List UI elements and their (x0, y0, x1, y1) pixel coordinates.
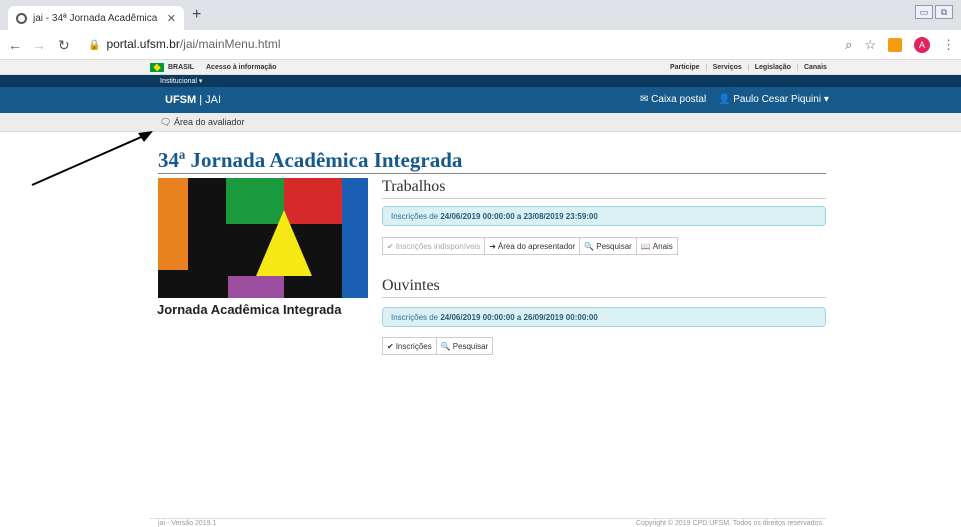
gov-bar: BRASIL Acesso à informação Participe Ser… (0, 60, 961, 75)
sign-in-icon: ➜ (489, 242, 496, 251)
institucional-bar: Institucional ▾ (0, 75, 961, 87)
book-icon: 📖 (640, 242, 651, 251)
zoom-icon[interactable]: ⌕ (845, 37, 852, 53)
gov-link-participe[interactable]: Participe (664, 64, 706, 71)
envelope-icon: ✉ (640, 94, 649, 105)
acesso-informacao-link[interactable]: Acesso à informação (206, 64, 276, 71)
inscricoes-button[interactable]: ✔ Inscrições (382, 337, 437, 355)
trabalhos-button-group: ✔ Inscrições indisponíveis ➜ Área do apres… (382, 237, 678, 255)
brand-separator: | (199, 94, 203, 106)
institucional-menu[interactable]: Institucional ▾ (160, 77, 202, 85)
page-title: 34ª Jornada Acadêmica Integrada (158, 148, 463, 172)
user-name: Paulo Cesar Piquini ▾ (733, 94, 829, 105)
button-label: Pesquisar (596, 242, 632, 251)
ouvintes-heading: Ouvintes (382, 277, 440, 294)
address-bar[interactable]: 🔒 portal.ufsm.br/jai/mainMenu.html (88, 37, 281, 51)
ouvintes-button-group: ✔ Inscrições 🔍 Pesquisar (382, 337, 494, 355)
button-label: Anais (652, 242, 673, 251)
gov-link-canais[interactable]: Canais (796, 64, 833, 71)
app-header: UFSM | JAI ✉ Caixa postal 👤 Paulo Cesar … (0, 87, 961, 113)
logo-purple-block (226, 276, 284, 298)
lock-icon: 🔒 (88, 40, 101, 51)
logo-caption: Jornada Acadêmica Integrada (157, 302, 342, 317)
button-label: Área do apresentador (497, 242, 576, 251)
logo-j-hook (158, 270, 228, 298)
comments-icon: 🗨 (160, 117, 172, 127)
minimize-icon[interactable]: ▭ (915, 5, 933, 19)
alert-prefix: Inscrições de (391, 212, 441, 221)
logo-blue-block (342, 178, 368, 298)
jai-logo (158, 178, 368, 298)
back-icon[interactable]: ← (8, 37, 22, 53)
pesquisar-trabalhos-button[interactable]: 🔍 Pesquisar (579, 237, 637, 255)
tab-title: jai - 34ª Jornada Acadêmica Inte (33, 12, 161, 24)
search-icon: 🔍 (440, 342, 451, 351)
new-tab-button[interactable]: + (192, 6, 201, 24)
gov-link-servicos[interactable]: Serviços (705, 64, 748, 71)
ouvintes-info-alert: Inscrições de 24/06/2019 00:00:00 a 26/0… (382, 307, 826, 327)
check-icon: ✔ (387, 242, 394, 251)
brand-ufsm: UFSM (165, 94, 197, 106)
gov-link-legislacao[interactable]: Legislação (747, 64, 797, 71)
button-label: Inscrições (395, 342, 432, 351)
brasil-link[interactable]: BRASIL (150, 63, 194, 72)
logo-red-block (284, 178, 342, 224)
user-icon: 👤 (718, 94, 731, 105)
alert-range: 24/06/2019 00:00:00 a 26/09/2019 00:00:0… (440, 313, 598, 322)
annotation-arrow-icon (31, 131, 153, 186)
reload-icon[interactable]: ↻ (58, 37, 70, 54)
area-avaliador-link[interactable]: 🗨 Área do avaliador (160, 117, 245, 128)
check-icon: ✔ (387, 342, 394, 351)
trabalhos-heading: Trabalhos (382, 178, 446, 195)
close-tab-icon[interactable]: ✕ (167, 12, 176, 25)
browser-actions: ⌕ ☆ A ⋮ (845, 37, 955, 53)
app-brand[interactable]: UFSM | JAI (165, 94, 221, 106)
alert-range: 24/06/2019 00:00:00 a 23/08/2019 23:59:0… (440, 212, 598, 221)
caixa-postal-label: Caixa postal (651, 94, 707, 105)
ouvintes-divider (382, 297, 826, 298)
footer-divider (150, 518, 826, 519)
logo-green-block (226, 178, 284, 224)
trabalhos-divider (382, 198, 826, 199)
browser-tabbar: jai - 34ª Jornada Acadêmica Inte ✕ + ▭ ⧉ (0, 0, 961, 30)
title-divider (158, 173, 826, 174)
area-avaliador-label: Área do avaliador (173, 117, 245, 127)
search-icon: 🔍 (584, 242, 595, 251)
pesquisar-ouvintes-button[interactable]: 🔍 Pesquisar (435, 337, 494, 355)
url-host: portal.ufsm.br (106, 37, 180, 51)
window-controls: ▭ ⧉ (915, 5, 953, 19)
forward-icon[interactable]: → (32, 37, 46, 53)
browser-tab[interactable]: jai - 34ª Jornada Acadêmica Inte ✕ (8, 6, 184, 30)
menu-icon[interactable]: ⋮ (942, 37, 955, 53)
user-menu[interactable]: 👤 Paulo Cesar Piquini ▾ (718, 94, 829, 105)
inscricoes-indisponiveis-button[interactable]: ✔ Inscrições indisponíveis (382, 237, 486, 255)
globe-icon (16, 12, 27, 24)
restore-icon[interactable]: ⧉ (935, 5, 953, 19)
gov-links: Participe Serviços Legislação Canais (664, 64, 833, 71)
star-icon[interactable]: ☆ (864, 37, 876, 53)
profile-avatar[interactable]: A (914, 37, 930, 53)
url-path: /jai/mainMenu.html (179, 37, 281, 51)
extension-icon[interactable] (888, 38, 902, 52)
area-apresentador-button[interactable]: ➜ Área do apresentador (484, 237, 581, 255)
brand-app: JAI (205, 94, 222, 106)
trabalhos-info-alert: Inscrições de 24/06/2019 00:00:00 a 23/0… (382, 206, 826, 226)
brasil-label: BRASIL (168, 64, 195, 71)
button-label: Inscrições indisponíveis (395, 242, 481, 251)
brazil-flag-icon (150, 63, 164, 72)
anais-button[interactable]: 📖 Anais (635, 237, 678, 255)
caixa-postal-link[interactable]: ✉ Caixa postal (640, 94, 706, 105)
alert-prefix: Inscrições de (391, 313, 441, 322)
button-label: Pesquisar (452, 342, 489, 351)
browser-toolbar: ← → ↻ 🔒 portal.ufsm.br/jai/mainMenu.html … (0, 30, 961, 60)
